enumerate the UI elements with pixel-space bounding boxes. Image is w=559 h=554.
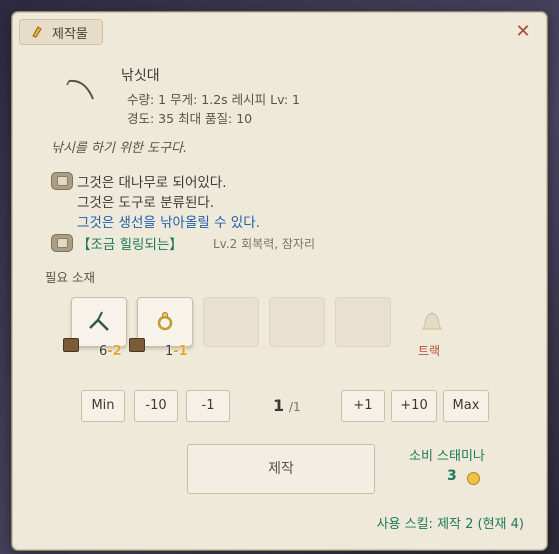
material-slot-5[interactable] [335,297,391,347]
material-count-2: 1-1 [165,344,188,359]
close-button[interactable]: ✕ [514,23,532,41]
materials-label: 필요 소재 [45,270,95,285]
property-line-2: 그것은 도구로 분류된다. [77,195,215,211]
material-slot-1[interactable] [63,297,127,352]
close-icon: ✕ [515,21,531,42]
qty-plus1-button[interactable]: +1 [341,390,385,422]
material-cost-1: -2 [107,344,122,359]
stamina-label: 소비 스태미나 [409,449,485,464]
stamina-value: 3 [447,468,457,484]
title-tab: 제작물 [19,19,103,45]
pencil-icon [30,25,44,39]
item-name: 낚싯대 [121,68,160,84]
skill-info: 사용 스킬: 제작 2 (현재 4) [376,517,524,532]
crafting-window: 제작물 ✕ 낚싯대 수량: 1 무게: 1.2s 레시피 Lv: 1 경도: 3… [12,12,547,550]
titlebar: 제작물 ✕ [13,13,546,49]
ring-icon [152,308,178,334]
qty-min-button[interactable]: Min [81,390,125,422]
bag-icon [129,338,145,352]
property-line-1: 그것은 대나무로 되어있다. [77,175,227,191]
material-slot-3[interactable] [203,297,259,347]
item-stats-line1: 수량: 1 무게: 1.2s 레시피 Lv: 1 [127,92,300,107]
material-slot-4[interactable] [269,297,325,347]
material-cost-2: -1 [173,344,188,359]
trait-detail: Lv.2 회복력, 잠자리 [213,237,315,251]
bell-icon [421,311,443,335]
fishing-rod-icon [63,73,99,109]
property-line-3: 그것은 생선을 낚아올릴 수 있다. [77,215,260,231]
item-stats-line2: 경도: 35 최대 품질: 10 [127,111,253,126]
item-description: 낚시를 하기 위한 도구다. [51,141,188,156]
fishing-rod-part-icon [86,308,112,334]
property-box-icon [51,172,73,190]
craft-button[interactable]: 제작 [187,444,375,494]
qty-minus1-button[interactable]: -1 [186,390,230,422]
qty-minus10-button[interactable]: -10 [134,390,178,422]
trait-box-icon [51,234,73,252]
qty-max-button[interactable]: Max [443,390,489,422]
qty-plus10-button[interactable]: +10 [391,390,437,422]
stamina-icon [467,472,480,485]
extra-slot-label[interactable]: 트랙 [418,342,440,359]
bag-icon [63,338,79,352]
trait-name[interactable]: 【조금 힐링되는】 [77,233,183,253]
qty-total: /1 [289,400,301,414]
material-slot-2[interactable] [129,297,193,352]
window-title: 제작물 [52,26,88,42]
qty-value: 1 [273,396,285,415]
material-count-1: 6-2 [99,344,122,359]
